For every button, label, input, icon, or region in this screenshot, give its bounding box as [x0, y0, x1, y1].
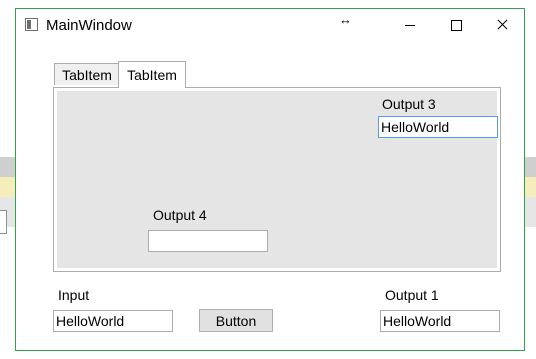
close-icon: [497, 20, 507, 30]
background-app-input: [0, 210, 7, 234]
resize-cursor-icon: ↔: [339, 12, 352, 27]
title-bar[interactable]: MainWindow ↔: [16, 9, 524, 41]
tab-item-2[interactable]: TabItem: [118, 61, 186, 88]
tab-content-area: Output 3 HelloWorld Output 4: [57, 91, 498, 268]
input-textbox[interactable]: HelloWorld: [53, 310, 173, 332]
minimize-icon: [405, 25, 415, 26]
output1-textbox[interactable]: HelloWorld: [380, 310, 500, 332]
tab-panel: Output 3 HelloWorld Output 4: [53, 87, 501, 272]
output3-label: Output 3: [382, 96, 436, 112]
output4-label: Output 4: [153, 207, 207, 223]
main-button[interactable]: Button: [199, 309, 273, 332]
maximize-button[interactable]: [434, 9, 480, 41]
input-label: Input: [58, 287, 90, 303]
close-button[interactable]: [480, 9, 526, 41]
app-window-icon: [25, 18, 38, 31]
maximize-icon: [451, 20, 462, 31]
output4-textbox[interactable]: [148, 230, 268, 252]
window-title: MainWindow: [46, 17, 132, 34]
tab-item-1[interactable]: TabItem: [54, 63, 120, 85]
output3-textbox[interactable]: HelloWorld: [378, 116, 498, 138]
minimize-button[interactable]: [388, 9, 434, 41]
main-window: MainWindow ↔ TabItem TabItem Output 3 He…: [15, 8, 525, 351]
output1-label: Output 1: [385, 287, 439, 303]
